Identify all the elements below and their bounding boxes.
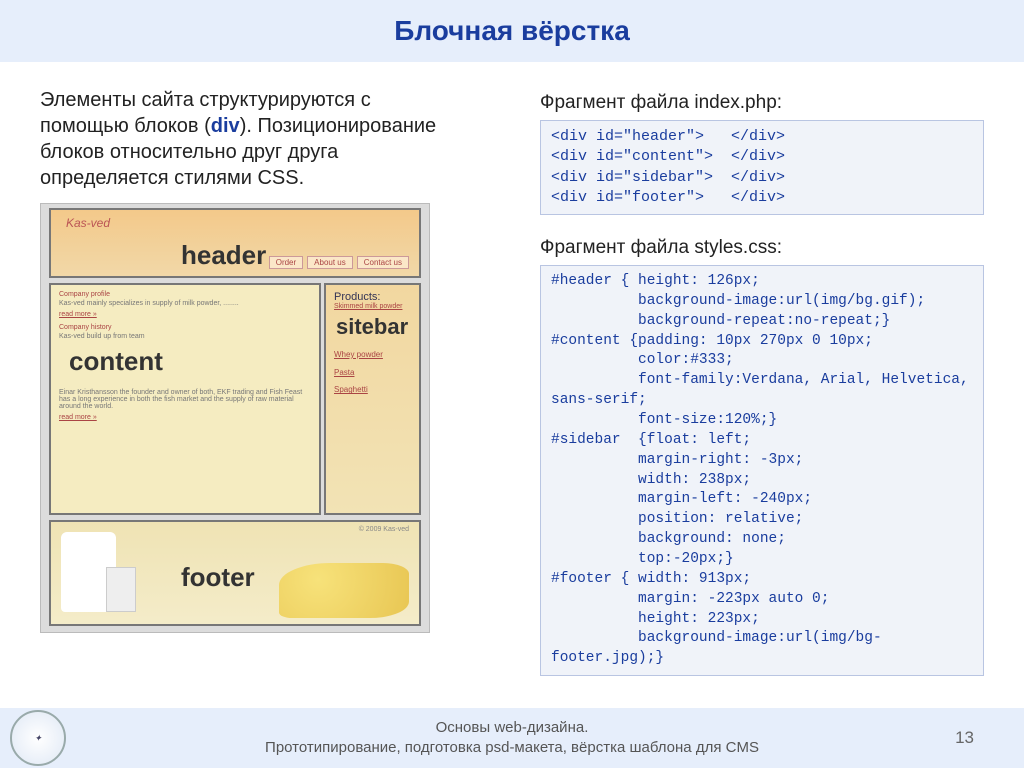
mock-product-item: Whey powder <box>334 346 411 364</box>
mock-product-item: Pasta <box>334 364 411 382</box>
intro-paragraph: Элементы сайта структурируются с помощью… <box>40 87 450 191</box>
mock-nav: Order About us Contact us <box>269 256 409 269</box>
mock-section-text: Einar Kristhansson the founder and owner… <box>59 389 311 410</box>
mock-read-more: read more » <box>59 311 97 318</box>
left-column: Элементы сайта структурируются с помощью… <box>40 87 450 706</box>
right-column: Фрагмент файла index.php: <div id="heade… <box>450 87 984 706</box>
slide-title-bar: Блочная вёрстка <box>0 0 1024 62</box>
mock-product-item: Skimmed milk powder <box>326 303 419 310</box>
mock-header-label: header <box>181 240 266 271</box>
footer-text: Основы web-дизайна. Прототипирование, по… <box>265 718 759 759</box>
mock-read-more: read more » <box>59 414 97 421</box>
milk-glass-icon <box>106 567 136 612</box>
code-caption-css: Фрагмент файла styles.css: <box>540 237 984 259</box>
mock-sidebar-block: Products: Skimmed milk powder sitebar Wh… <box>324 283 421 515</box>
code-block-php: <div id="header"> </div> <div id="conten… <box>540 120 984 215</box>
mock-nav-item: Contact us <box>357 256 409 269</box>
layout-mockup: Kas-ved header Order About us Contact us… <box>40 203 430 633</box>
mock-products-title: Products: <box>326 285 419 303</box>
slide-footer: ✦ Основы web-дизайна. Прототипирование, … <box>0 708 1024 768</box>
slide-title: Блочная вёрстка <box>394 15 630 47</box>
keyword-div: div <box>211 115 240 137</box>
slide-body: Элементы сайта структурируются с помощью… <box>0 62 1024 706</box>
mock-content-block: Company profile Kas-ved mainly specializ… <box>49 283 321 515</box>
pasta-icon <box>279 563 409 618</box>
mock-section-text: Kas-ved mainly specializes in supply of … <box>59 300 311 307</box>
mock-section-title: Company profile <box>59 291 311 298</box>
mock-footer-label: footer <box>181 562 255 593</box>
mock-logo: Kas-ved <box>66 216 110 230</box>
mock-copyright: © 2009 Kas-ved <box>359 526 409 533</box>
code-block-css: #header { height: 126px; background-imag… <box>540 265 984 676</box>
mock-header-block: Kas-ved header Order About us Contact us <box>49 208 421 278</box>
mock-product-item: Spaghetti <box>334 381 411 399</box>
university-crest-icon: ✦ <box>10 710 66 766</box>
mock-nav-item: Order <box>269 256 303 269</box>
mock-content-label: content <box>69 346 319 377</box>
mock-footer-block: footer © 2009 Kas-ved <box>49 520 421 626</box>
page-number: 13 <box>955 728 974 748</box>
mock-sidebar-label: sitebar <box>336 314 419 340</box>
mock-section-title: Company history <box>59 324 311 331</box>
mock-section-sub: Kas-ved build up from team <box>59 333 311 340</box>
code-caption-php: Фрагмент файла index.php: <box>540 92 984 114</box>
mock-nav-item: About us <box>307 256 353 269</box>
